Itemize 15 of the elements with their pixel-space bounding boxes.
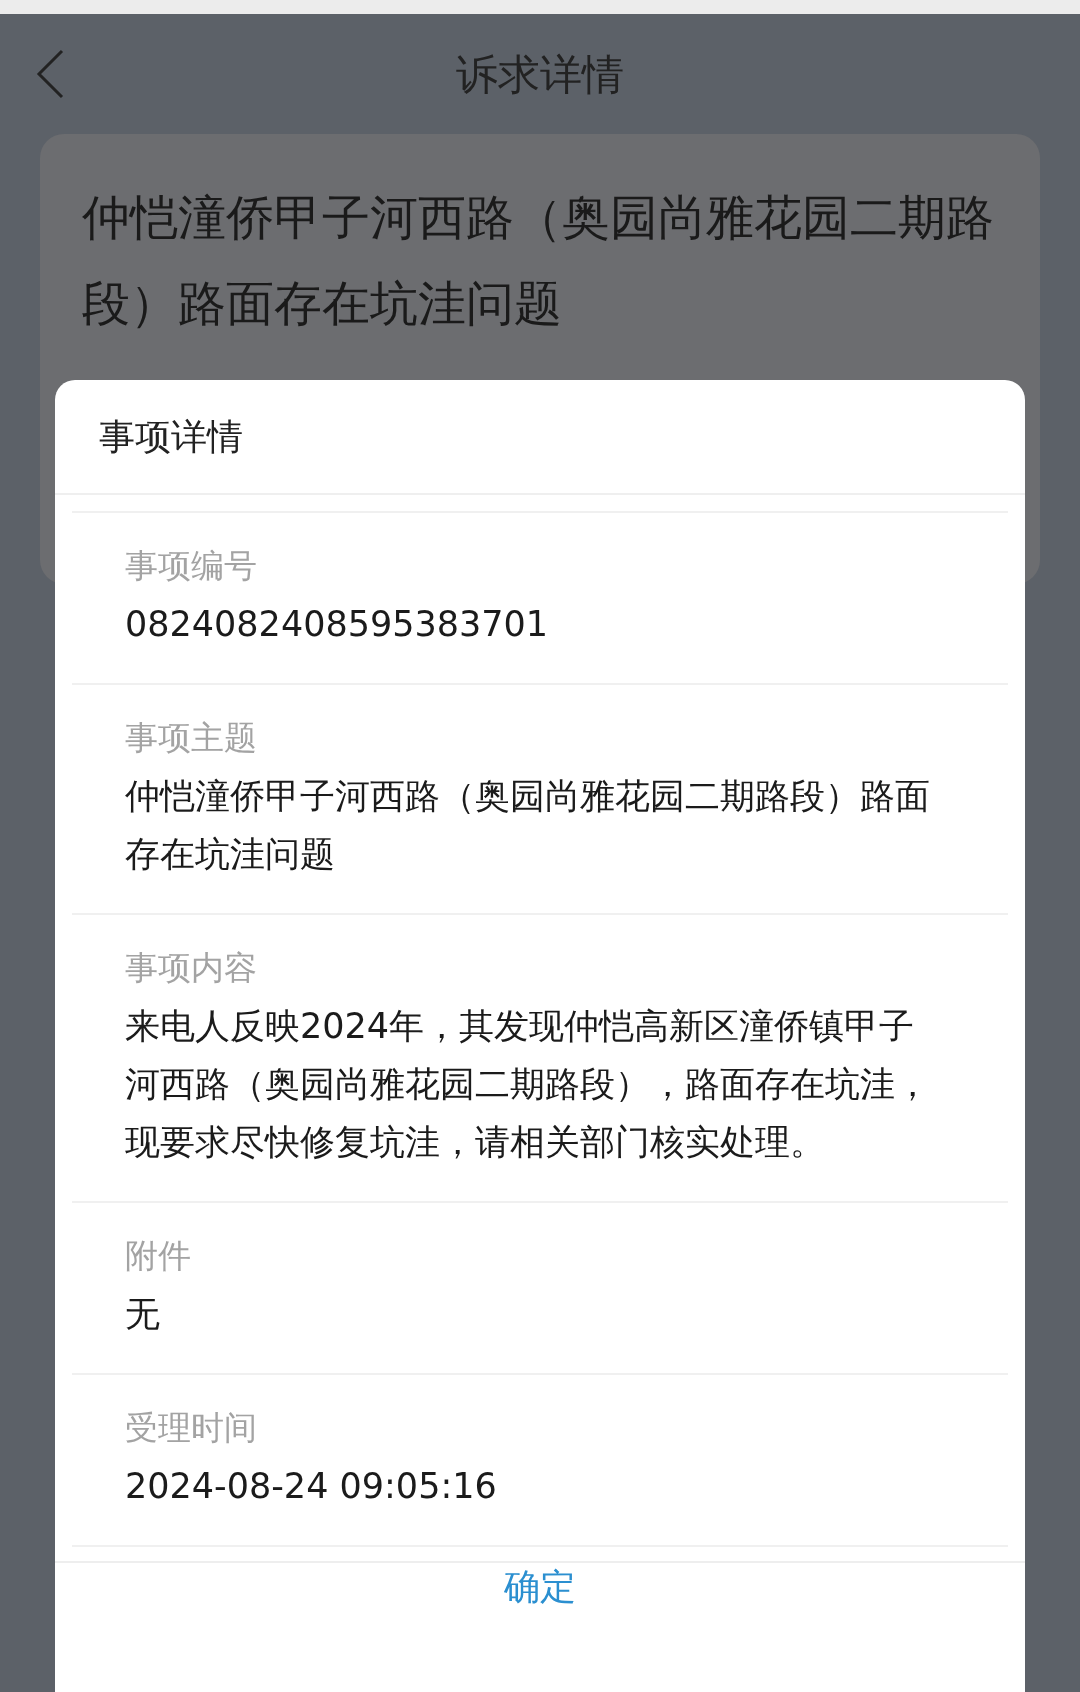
field-value: 来电人反映2024年，其发现仲恺高新区潼侨镇甲子河西路（奥园尚雅花园二期路段），路面存在坑洼，现要求尽快修复坑洼，请相关部门核实处理。 — [125, 1005, 931, 1164]
field-label: 附件 — [125, 1235, 192, 1277]
field-value: 仲恺潼侨甲子河西路（奥园尚雅花园二期路段）路面存在坑洼问题 — [125, 775, 931, 876]
field-value: 0824082408595383701 — [125, 603, 550, 646]
back-icon — [36, 49, 64, 99]
field-label: 受理时间 — [125, 1407, 258, 1449]
field-value: 2024-08-24 09:05:16 — [125, 1465, 498, 1508]
field-label: 事项编号 — [125, 545, 258, 587]
field-value: 无 — [125, 1293, 161, 1336]
dialog-title: 事项详情 — [55, 380, 1025, 495]
page-title: 诉求详情 — [456, 48, 624, 101]
field-label: 事项内容 — [125, 947, 258, 989]
field-label: 事项主题 — [125, 717, 258, 759]
confirm-button[interactable]: 确定 — [504, 1563, 576, 1609]
card-title: 仲恺潼侨甲子河西路（奥园尚雅花园二期路段）路面存在坑洼问题 — [82, 188, 995, 333]
